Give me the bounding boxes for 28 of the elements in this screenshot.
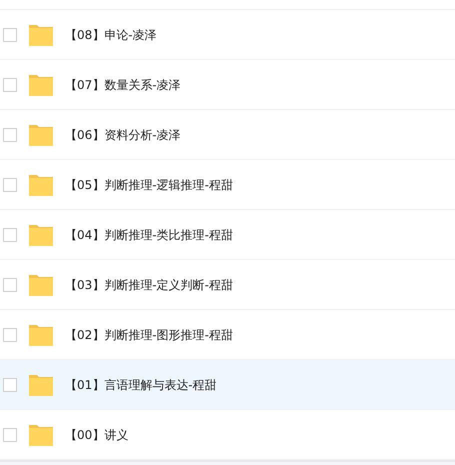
checkbox[interactable]	[3, 178, 17, 192]
folder-name[interactable]: 【04】判断推理-类比推理-程甜	[65, 226, 233, 244]
folder-icon	[29, 74, 53, 96]
folder-name[interactable]: 【00】讲义	[65, 426, 128, 444]
folder-icon	[29, 374, 53, 396]
folder-icon	[29, 224, 53, 246]
file-row[interactable]: 【01】言语理解与表达-程甜	[0, 360, 455, 410]
folder-icon	[29, 274, 53, 296]
checkbox[interactable]	[3, 378, 17, 392]
checkbox[interactable]	[3, 78, 17, 92]
checkbox[interactable]	[3, 328, 17, 342]
folder-name[interactable]: 【08】申论-凌泽	[65, 26, 157, 44]
folder-icon	[29, 124, 53, 146]
checkbox[interactable]	[3, 128, 17, 142]
folder-icon	[29, 324, 53, 346]
checkbox[interactable]	[3, 228, 17, 242]
folder-icon	[29, 424, 53, 446]
checkbox[interactable]	[3, 428, 17, 442]
folder-name[interactable]: 【07】数量关系-凌泽	[65, 76, 181, 94]
folder-name[interactable]: 【03】判断推理-定义判断-程甜	[65, 276, 233, 294]
folder-icon	[29, 24, 53, 46]
checkbox[interactable]	[3, 278, 17, 292]
folder-name[interactable]: 【01】言语理解与表达-程甜	[65, 376, 217, 394]
folder-name[interactable]: 【06】资料分析-凌泽	[65, 126, 181, 144]
checkbox[interactable]	[3, 28, 17, 42]
folder-name[interactable]: 【05】判断推理-逻辑推理-程甜	[65, 176, 233, 194]
folder-name[interactable]: 【02】判断推理-图形推理-程甜	[65, 326, 233, 344]
folder-icon	[29, 174, 53, 196]
